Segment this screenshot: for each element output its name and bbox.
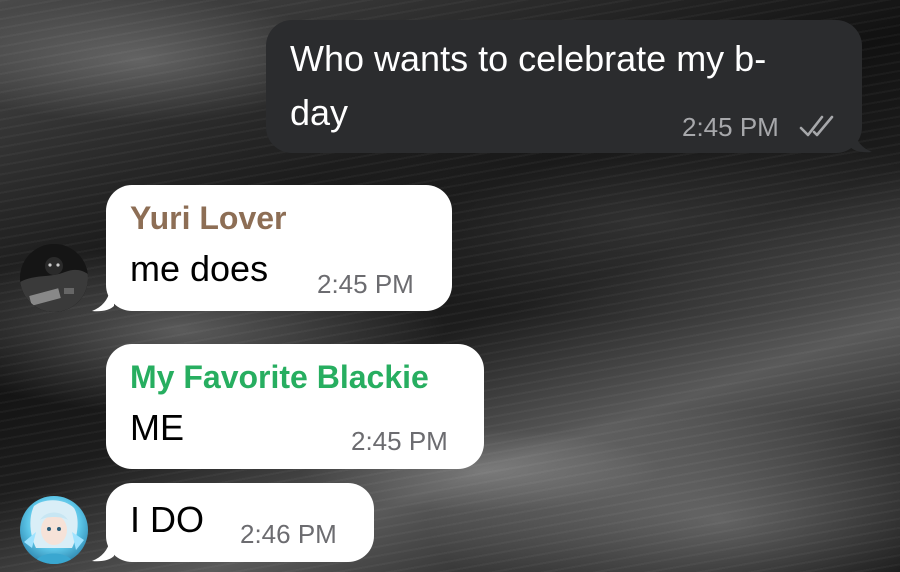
message-timestamp: 2:45 PM [682, 112, 779, 142]
incoming-message-bubble[interactable]: I DO 2:46 PM [106, 483, 374, 562]
message-text: me does [130, 248, 269, 289]
sender-name[interactable]: My Favorite Blackie [130, 358, 429, 396]
message-text-line-2: day [290, 92, 349, 133]
incoming-message-bubble[interactable]: Yuri Lover me does 2:45 PM [106, 185, 452, 311]
double-check-icon [798, 112, 838, 140]
incoming-bubble-tail [92, 290, 114, 312]
incoming-bubble-tail [92, 540, 114, 562]
message-text: I DO [130, 499, 205, 540]
incoming-message-bubble[interactable]: My Favorite Blackie ME 2:45 PM [106, 344, 484, 469]
message-timestamp: 2:45 PM [317, 269, 414, 299]
message-timestamp: 2:45 PM [351, 426, 448, 456]
outgoing-message-bubble[interactable]: Who wants to celebrate my b- day 2:45 PM [266, 20, 862, 153]
anime-character-avatar[interactable] [20, 496, 88, 564]
dark-photo-avatar[interactable] [20, 244, 88, 312]
message-text: ME [130, 407, 184, 448]
sender-name[interactable]: Yuri Lover [130, 199, 287, 237]
message-timestamp: 2:46 PM [240, 519, 337, 549]
outgoing-bubble-tail [850, 131, 872, 153]
message-text-line-1: Who wants to celebrate my b- [290, 38, 767, 79]
